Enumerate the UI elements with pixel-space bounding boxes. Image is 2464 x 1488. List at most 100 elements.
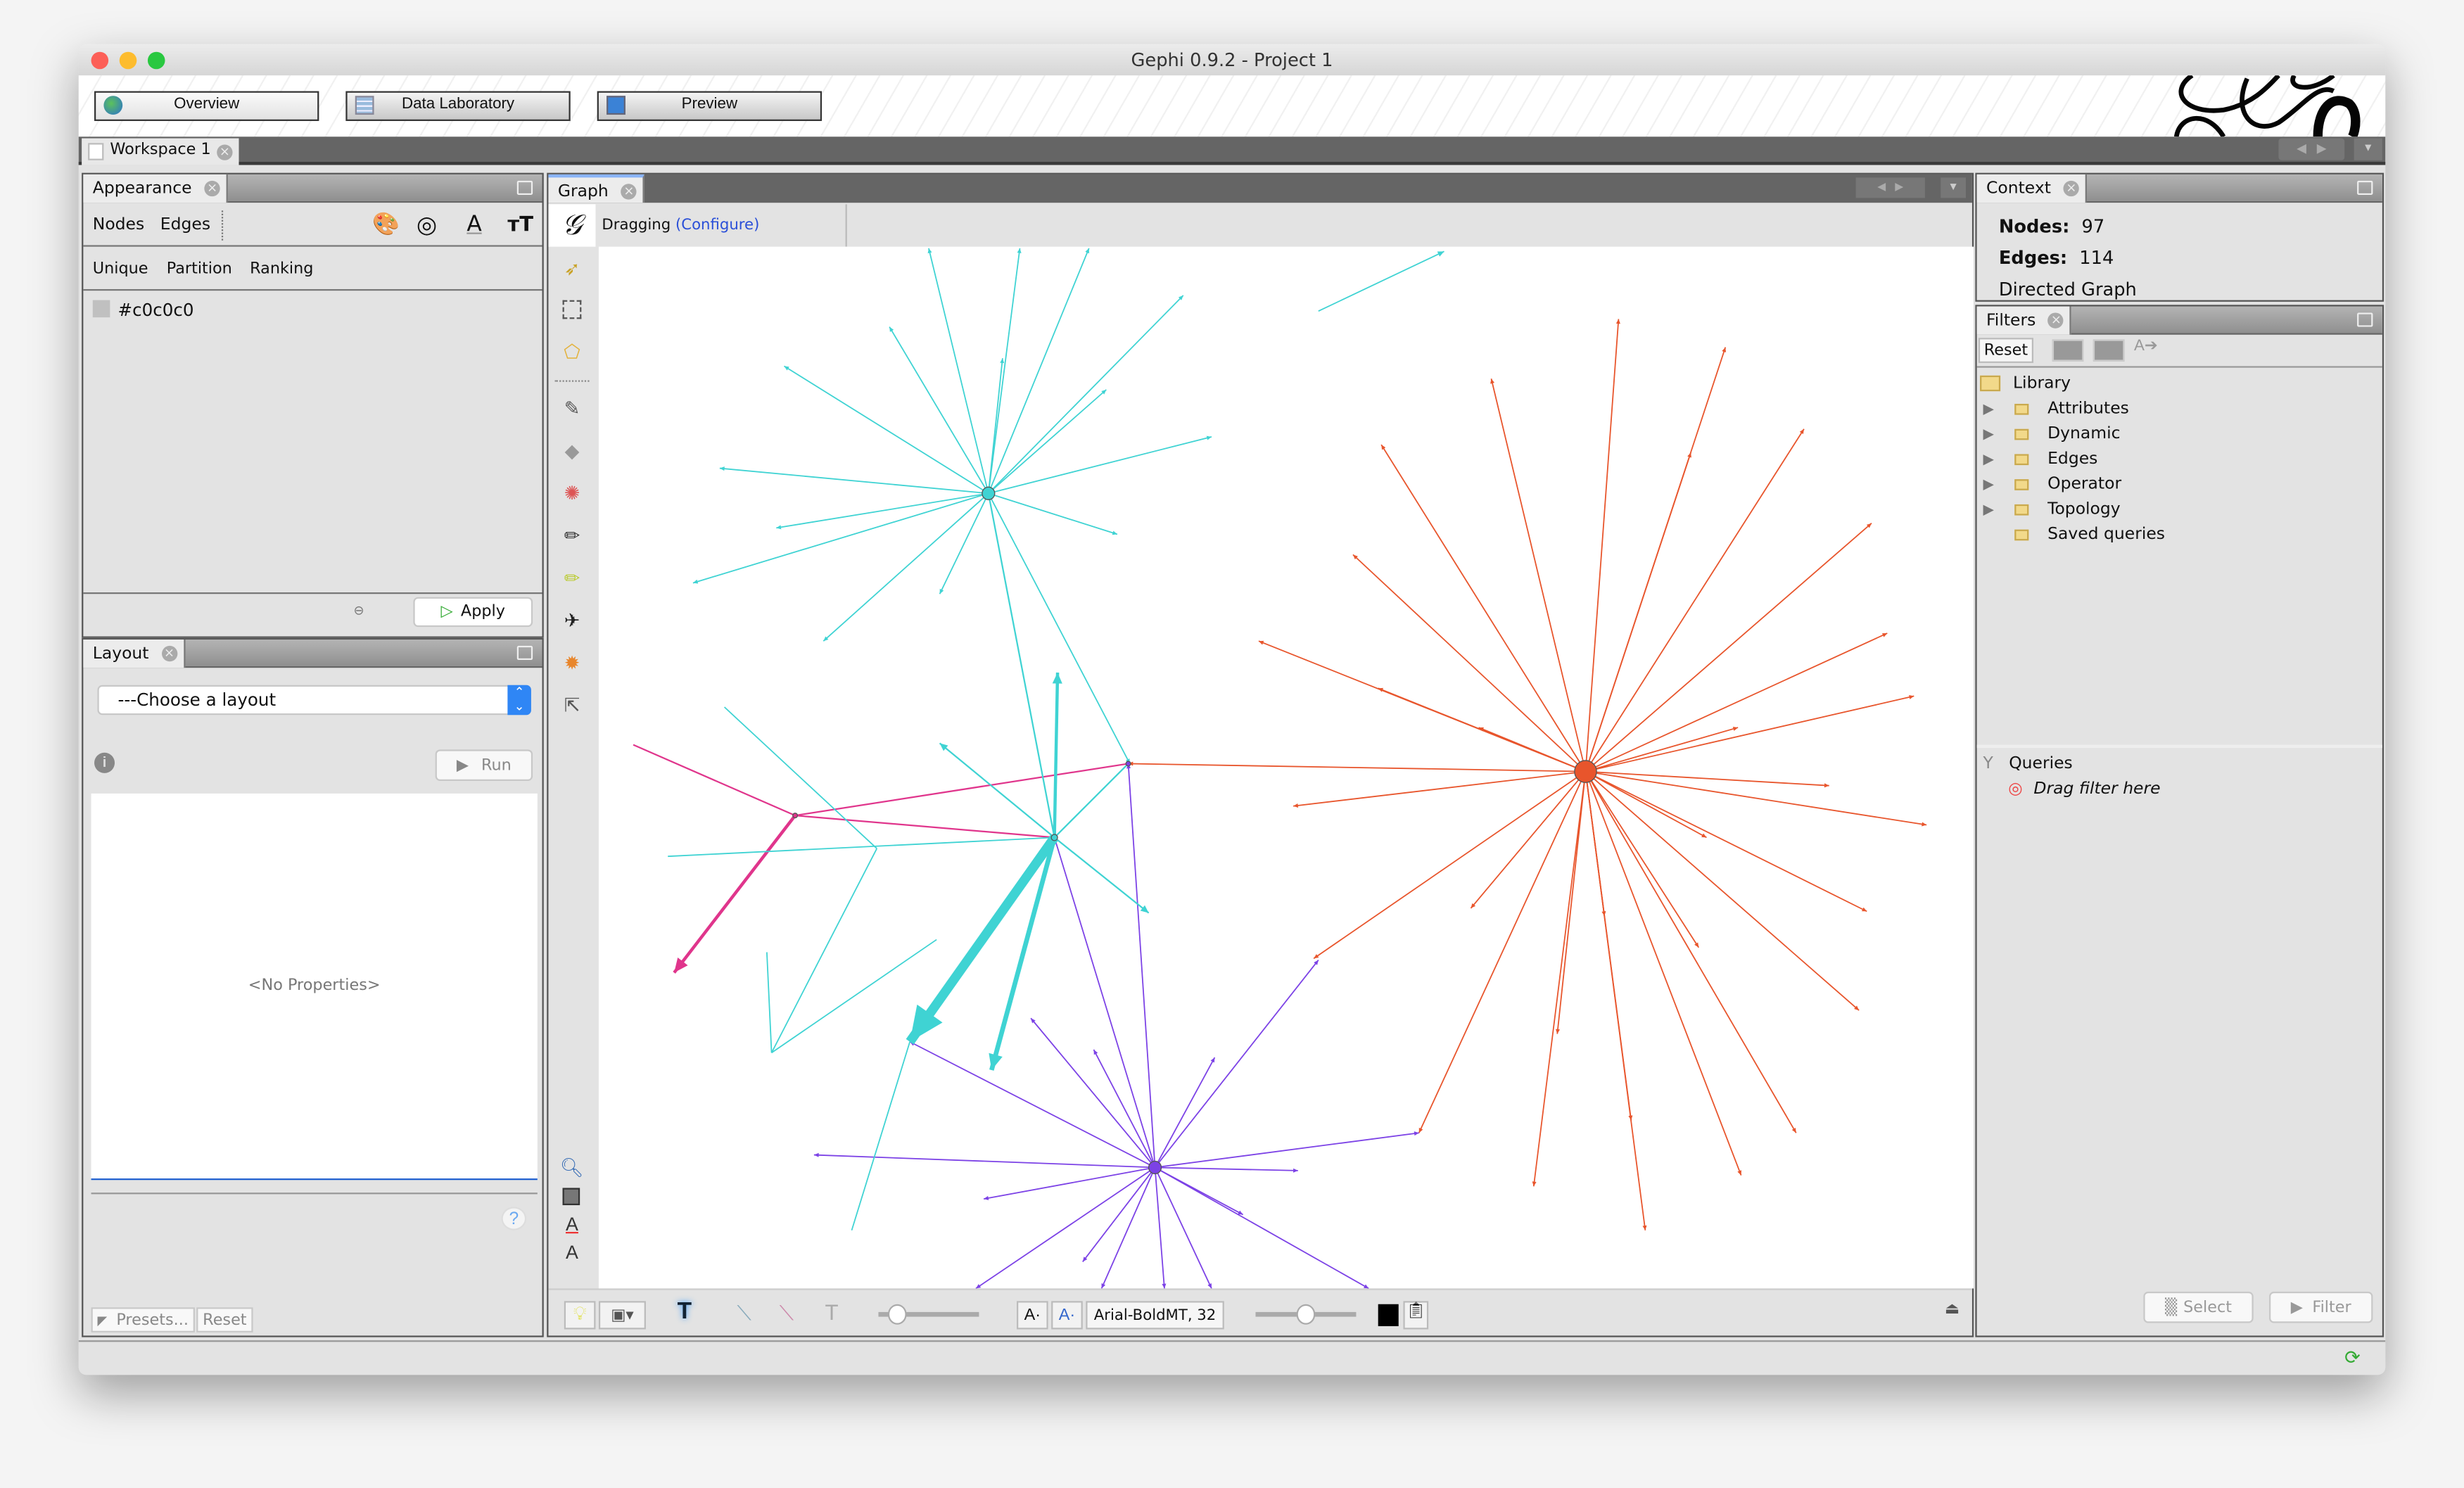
- graph-node[interactable]: [1125, 761, 1131, 767]
- help-button[interactable]: ?: [501, 1207, 527, 1231]
- close-icon[interactable]: ×: [2048, 312, 2064, 329]
- layout-select[interactable]: ---Choose a layout ⌃ ⌄: [97, 685, 531, 716]
- node-font-button[interactable]: A·: [1017, 1301, 1048, 1330]
- export-filter-icon[interactable]: [2052, 339, 2084, 362]
- save-filter-icon[interactable]: [2093, 339, 2125, 362]
- help-pointer-icon[interactable]: ⇱: [559, 693, 585, 718]
- label-color-icon[interactable]: A: [559, 1212, 585, 1237]
- label-color-icon[interactable]: A: [466, 204, 481, 246]
- auto-refresh-icon[interactable]: A➔: [2134, 338, 2158, 355]
- filter-category[interactable]: ▶ Operator: [1983, 471, 2122, 497]
- edge-font-button[interactable]: A·: [1051, 1301, 1083, 1330]
- minimize-icon[interactable]: [2357, 180, 2373, 195]
- graph-node[interactable]: [1148, 1160, 1162, 1175]
- zoom-center-icon[interactable]: 🔍︎: [559, 1155, 585, 1181]
- node-size-slider-thumb[interactable]: [887, 1304, 907, 1325]
- lasso-icon[interactable]: ⬠: [559, 339, 585, 364]
- library-folder[interactable]: Library: [1980, 371, 2071, 396]
- close-icon[interactable]: ×: [621, 184, 637, 200]
- tab-nodes[interactable]: Nodes: [93, 204, 144, 246]
- expand-arrow-icon[interactable]: ▶: [1983, 448, 2015, 473]
- attributes-icon[interactable]: 📋︎: [1403, 1301, 1429, 1330]
- show-labels-icon[interactable]: T: [678, 1298, 692, 1325]
- queries-drop-zone[interactable]: ◎ Drag filter here: [2008, 776, 2160, 801]
- filter-category[interactable]: Saved queries: [1983, 521, 2165, 547]
- edge-pencil-icon[interactable]: ✏: [559, 566, 585, 591]
- background-color-icon[interactable]: [562, 1188, 580, 1206]
- workspace-menu-button[interactable]: ▼: [2354, 138, 2382, 160]
- preview-button[interactable]: Preview: [597, 91, 823, 121]
- filter-button[interactable]: ▶ Filter: [2269, 1291, 2373, 1323]
- pencil-icon[interactable]: ✏: [559, 523, 585, 549]
- link-icon[interactable]: ⊖: [354, 604, 364, 618]
- minimize-icon[interactable]: [516, 180, 533, 195]
- apply-button[interactable]: ▷ Apply: [413, 597, 533, 628]
- graph-node[interactable]: [982, 486, 996, 500]
- light-bulb-icon[interactable]: 💡︎: [564, 1301, 596, 1330]
- tab-partition[interactable]: Partition: [167, 250, 232, 291]
- expand-toolbar-icon[interactable]: ⏏: [1945, 1301, 1960, 1318]
- filter-category[interactable]: ▶ Topology: [1983, 497, 2121, 522]
- tab-context[interactable]: Context ×: [1976, 174, 2088, 203]
- maximize-window-button[interactable]: [147, 51, 165, 70]
- layout-reset-button[interactable]: Reset: [196, 1307, 253, 1333]
- tab-appearance[interactable]: Appearance ×: [83, 174, 228, 203]
- label-size-icon[interactable]: тT: [507, 204, 533, 246]
- minimize-icon[interactable]: [2357, 312, 2373, 327]
- close-icon[interactable]: ×: [161, 645, 177, 662]
- expand-arrow-icon[interactable]: ▶: [1983, 473, 2015, 498]
- overview-button[interactable]: Overview: [94, 91, 319, 121]
- pointer-icon[interactable]: ➶: [559, 256, 585, 281]
- painter-icon[interactable]: ✺: [559, 481, 585, 506]
- close-window-button[interactable]: [91, 51, 109, 70]
- rectangle-select-icon[interactable]: [562, 300, 582, 319]
- tab-layout[interactable]: Layout ×: [83, 639, 185, 668]
- tab-edges[interactable]: Edges: [160, 204, 210, 246]
- label-text-icon[interactable]: T: [825, 1299, 839, 1325]
- label-size-icon[interactable]: A: [559, 1240, 585, 1265]
- select-button[interactable]: ▒ Select: [2143, 1291, 2254, 1323]
- graph-node[interactable]: [792, 813, 799, 819]
- palette-icon[interactable]: 🎨: [372, 204, 400, 246]
- minimize-window-button[interactable]: [119, 51, 137, 70]
- tab-unique[interactable]: Unique: [93, 250, 148, 291]
- label-color-swatch[interactable]: [1378, 1304, 1399, 1326]
- edge-color-icon[interactable]: ⟍: [780, 1301, 794, 1326]
- filter-category[interactable]: ▶ Edges: [1983, 446, 2098, 471]
- graph-canvas[interactable]: [598, 246, 1974, 1289]
- filter-category[interactable]: ▶ Dynamic: [1983, 421, 2121, 447]
- expand-arrow-icon[interactable]: ▶: [1983, 398, 2015, 423]
- info-icon[interactable]: i: [94, 752, 115, 773]
- presets-button[interactable]: ◤ Presets...: [91, 1307, 195, 1333]
- size-icon[interactable]: ◎: [417, 204, 437, 246]
- shortest-path-icon[interactable]: ✈: [559, 608, 585, 633]
- font-size-slider-thumb[interactable]: [1296, 1304, 1316, 1325]
- expand-arrow-icon[interactable]: ▶: [1983, 423, 2015, 448]
- close-icon[interactable]: ×: [2063, 180, 2080, 197]
- configure-link[interactable]: (Configure): [675, 217, 759, 234]
- tab-graph[interactable]: Graph ×: [548, 174, 645, 203]
- expand-arrow-icon[interactable]: ▶: [1983, 498, 2015, 523]
- minimize-icon[interactable]: [516, 645, 533, 661]
- workspace-scroll-buttons[interactable]: ◀ ▶: [2278, 138, 2345, 160]
- edge-thickness-icon[interactable]: ⟍: [737, 1301, 751, 1326]
- graph-scroll-buttons[interactable]: ◀ ▶: [1855, 177, 1925, 198]
- refresh-icon[interactable]: ⟳: [2344, 1347, 2360, 1368]
- data-laboratory-button[interactable]: Data Laboratory: [345, 91, 571, 121]
- graph-node[interactable]: [1574, 760, 1597, 783]
- diamond-icon[interactable]: ◆: [559, 438, 585, 464]
- filter-category[interactable]: ▶ Attributes: [1983, 396, 2129, 421]
- color-chooser[interactable]: #c0c0c0: [92, 300, 194, 322]
- heat-map-icon[interactable]: ✹: [559, 651, 585, 676]
- close-icon[interactable]: ×: [217, 144, 233, 160]
- graph-node[interactable]: [1050, 834, 1058, 841]
- brush-icon[interactable]: ✎: [559, 396, 585, 421]
- tab-filters[interactable]: Filters ×: [1976, 306, 2072, 335]
- font-selector[interactable]: Arial-BoldMT, 32: [1086, 1301, 1224, 1330]
- color-swatch[interactable]: [92, 300, 110, 318]
- run-button[interactable]: ▶ Run: [435, 749, 533, 781]
- graph-menu-button[interactable]: ▼: [1941, 177, 1966, 198]
- filters-reset-button[interactable]: Reset: [1978, 338, 2034, 363]
- tab-ranking[interactable]: Ranking: [250, 250, 313, 291]
- tab-workspace-1[interactable]: Workspace 1 ×: [82, 138, 239, 165]
